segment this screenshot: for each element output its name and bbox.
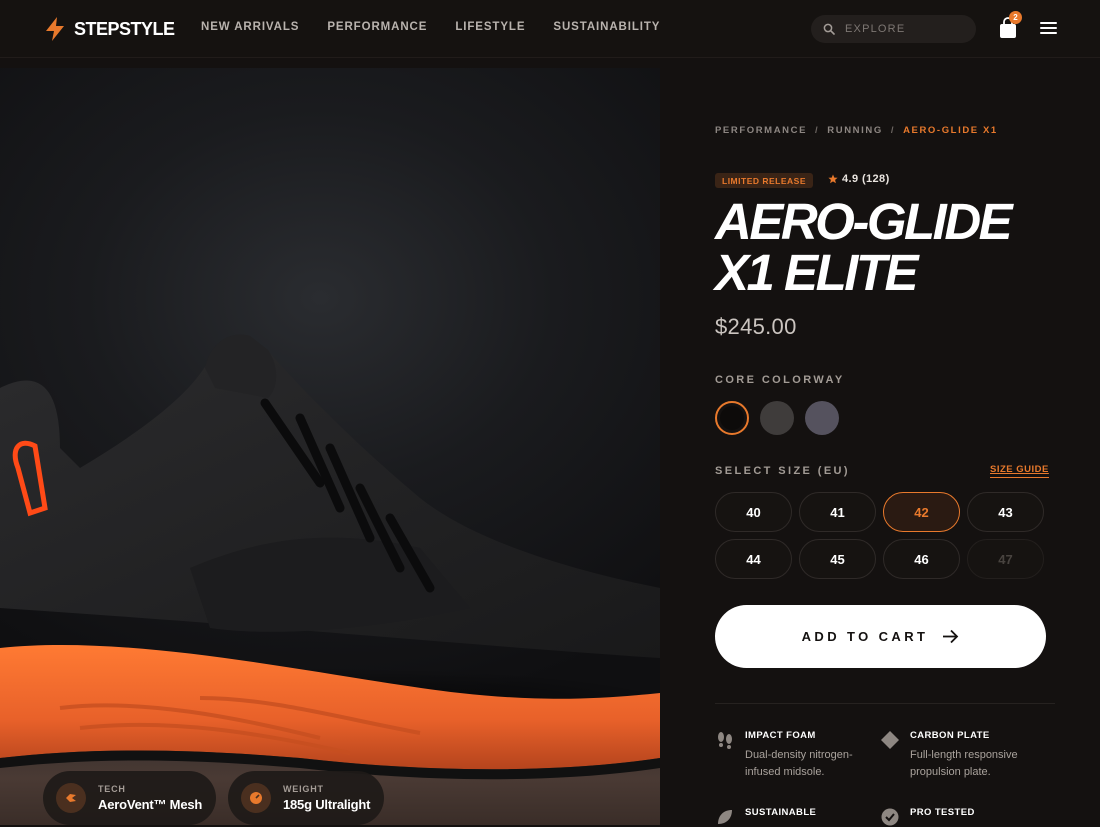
spec-label: TECH: [98, 784, 126, 794]
size-option-44[interactable]: 44: [715, 539, 792, 579]
limited-release-badge: LIMITED RELEASE: [715, 173, 814, 188]
spec-value: AeroVent™ Mesh: [98, 797, 203, 812]
brand-name: STEPSTYLE: [74, 18, 175, 39]
product-price: $245.00: [715, 314, 797, 339]
size-option-47: 47: [967, 539, 1044, 579]
breadcrumb-current: AERO-GLIDE X1: [903, 125, 998, 136]
product-title: AERO-GLIDE X1 ELITE: [715, 196, 1055, 298]
brand-logo[interactable]: STEPSTYLE: [44, 17, 175, 41]
gauge-icon: [241, 783, 271, 813]
top-navbar: STEPSTYLE NEW ARRIVALS PERFORMANCE LIFES…: [0, 0, 1100, 58]
breadcrumb-separator: /: [890, 125, 896, 136]
spec-pill-tech: TECH AeroVent™ Mesh: [43, 771, 217, 825]
cart-count-badge: 2: [1009, 11, 1022, 24]
feature-description: Dual-density nitrogen-infused midsole.: [745, 749, 853, 778]
breadcrumb-running[interactable]: RUNNING: [827, 125, 883, 136]
swatch-graphite[interactable]: [760, 401, 794, 435]
search-icon: [823, 23, 835, 35]
hamburger-menu-icon[interactable]: [1040, 21, 1057, 35]
product-rating[interactable]: 4.9 (128): [828, 173, 890, 185]
breadcrumb-separator: /: [815, 125, 820, 136]
spec-pill-weight: WEIGHT 185g Ultralight: [228, 771, 385, 825]
lightning-bolt-icon: [46, 17, 64, 41]
footprints-icon: [718, 732, 732, 749]
colorway-label: CORE COLORWAY: [715, 374, 845, 386]
product-title-line2: X1 ELITE: [715, 244, 919, 301]
product-title-line1: AERO-GLIDE: [715, 193, 1013, 250]
nav-link-lifestyle[interactable]: LIFESTYLE: [455, 21, 525, 33]
nav-link-sustainability[interactable]: SUSTAINABILITY: [553, 21, 660, 33]
diamond-icon: [881, 731, 899, 749]
nav-link-new-arrivals[interactable]: NEW ARRIVALS: [201, 21, 299, 33]
search-input[interactable]: [845, 23, 965, 35]
size-guide-link[interactable]: SIZE GUIDE: [990, 464, 1049, 478]
feature-title: PRO TESTED: [910, 807, 975, 818]
feature-title: IMPACT FOAM: [745, 730, 816, 741]
rating-text: 4.9 (128): [842, 173, 890, 185]
size-option-42[interactable]: 42: [883, 492, 960, 532]
arrow-right-icon: [943, 629, 959, 644]
swatch-core-black[interactable]: [715, 401, 749, 435]
size-option-43[interactable]: 43: [967, 492, 1044, 532]
spec-value: 185g Ultralight: [283, 797, 371, 812]
search-bar: [811, 15, 976, 43]
add-to-cart-button[interactable]: ADD TO CART: [715, 605, 1046, 668]
size-label: SELECT SIZE (EU): [715, 465, 850, 477]
feature-title: SUSTAINABLE: [745, 807, 817, 818]
size-option-46[interactable]: 46: [883, 539, 960, 579]
add-to-cart-label: ADD TO CART: [801, 629, 929, 644]
main-nav: NEW ARRIVALS PERFORMANCE LIFESTYLE SUSTA…: [201, 21, 660, 33]
size-option-45[interactable]: 45: [799, 539, 876, 579]
leaf-icon: [718, 810, 732, 824]
swatch-slate[interactable]: [805, 401, 839, 435]
star-icon: [828, 174, 838, 184]
colorway-swatches: [715, 401, 839, 435]
verified-badge-icon: [881, 808, 899, 826]
feature-description: Full-length responsive propulsion plate.: [910, 749, 1018, 778]
breadcrumb-performance[interactable]: PERFORMANCE: [715, 125, 807, 136]
size-option-41[interactable]: 41: [799, 492, 876, 532]
spec-label: WEIGHT: [283, 784, 324, 794]
sneaker-illustration: [0, 334, 660, 780]
product-hero-image: TECH AeroVent™ Mesh WEIGHT 185g Ultralig…: [0, 68, 660, 825]
product-details-panel: PERFORMANCE / RUNNING / AERO-GLIDE X1 LI…: [660, 58, 1100, 826]
size-grid: 40 41 42 43 44 45 46 47: [715, 492, 1046, 579]
feature-title: CARBON PLATE: [910, 730, 990, 741]
breadcrumb: PERFORMANCE / RUNNING / AERO-GLIDE X1: [715, 125, 998, 136]
nav-link-performance[interactable]: PERFORMANCE: [327, 21, 427, 33]
fan-icon: [56, 783, 86, 813]
size-option-40[interactable]: 40: [715, 492, 792, 532]
section-divider: [715, 703, 1055, 704]
